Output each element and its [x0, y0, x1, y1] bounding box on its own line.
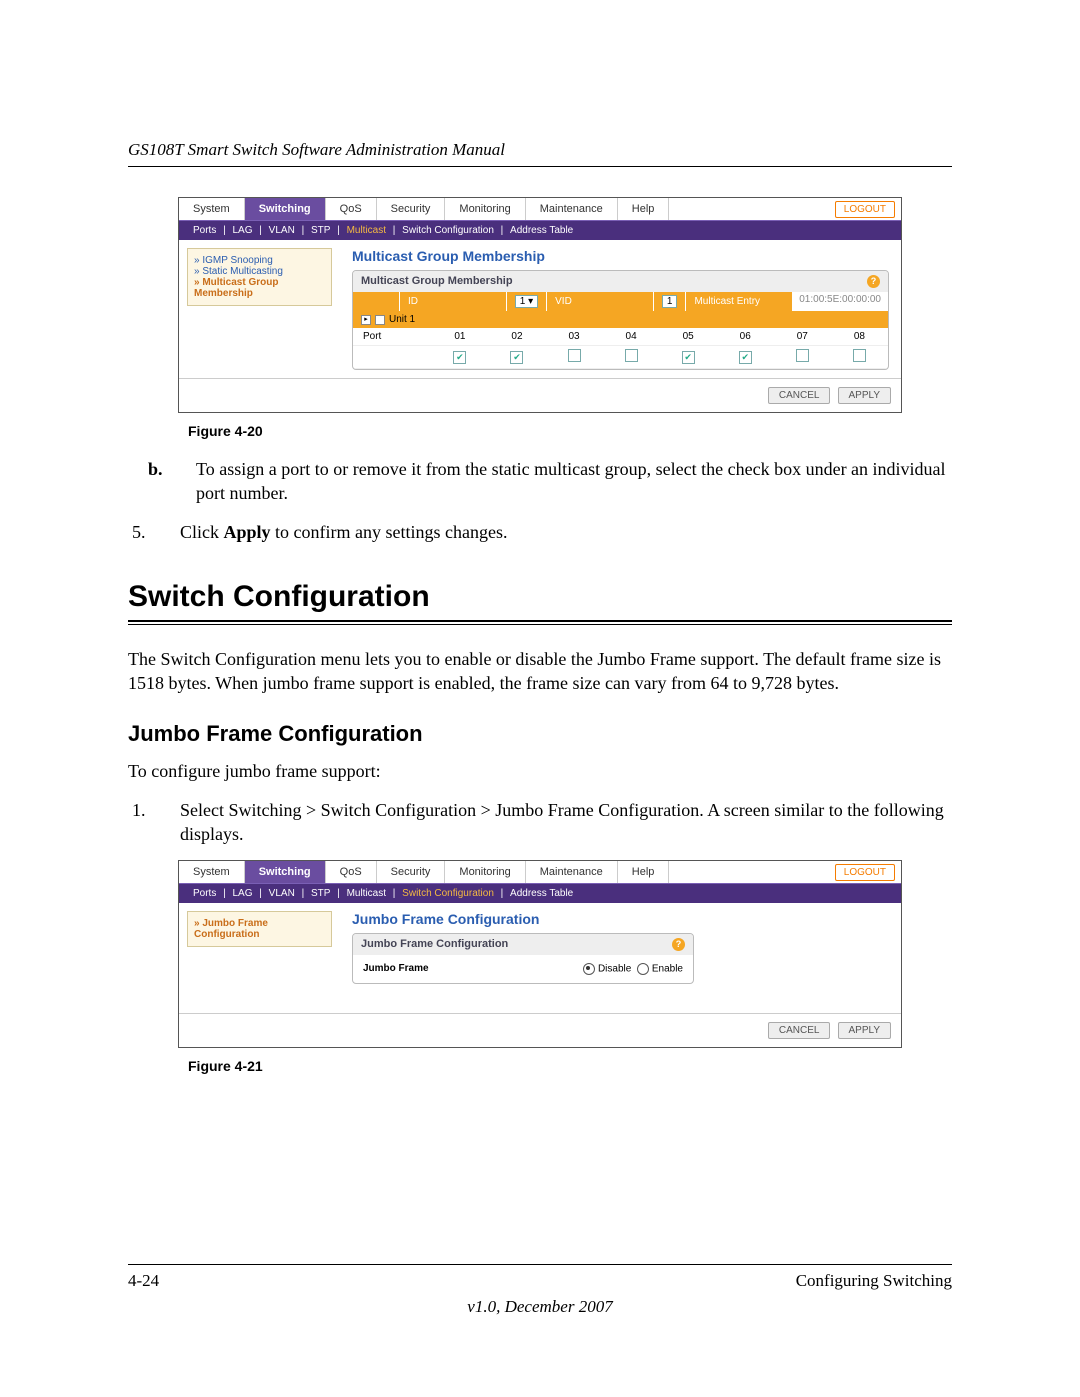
- page-footer: 4-24Configuring Switching v1.0, December…: [128, 1264, 952, 1317]
- tab-switching[interactable]: Switching: [245, 198, 326, 220]
- tab-system[interactable]: System: [179, 198, 245, 220]
- port-06-checkbox[interactable]: ✔: [739, 351, 752, 364]
- subnav2-ports[interactable]: Ports: [189, 888, 220, 899]
- figure-caption-1: Figure 4-20: [188, 423, 892, 439]
- running-header: GS108T Smart Switch Software Administrat…: [128, 140, 952, 167]
- apply-button[interactable]: APPLY: [838, 387, 892, 404]
- subnav-address-table[interactable]: Address Table: [506, 225, 577, 236]
- sidebar-igmp[interactable]: » IGMP Snooping: [194, 255, 325, 266]
- sidebar-static-mc[interactable]: » Static Multicasting: [194, 266, 325, 277]
- subsection-intro: To configure jumbo frame support:: [128, 759, 952, 783]
- port-07-checkbox[interactable]: [796, 349, 809, 362]
- subnav-stp[interactable]: STP: [307, 225, 334, 236]
- section-heading: Switch Configuration: [128, 580, 952, 614]
- tab-help[interactable]: Help: [618, 198, 670, 220]
- figure-4-20: System Switching QoS Security Monitoring…: [178, 197, 902, 413]
- unit-expander[interactable]: ▸Unit 1: [353, 311, 888, 328]
- logout-button[interactable]: LOGOUT: [835, 201, 895, 218]
- tab-monitoring-2[interactable]: Monitoring: [445, 861, 525, 883]
- subnav2-lag[interactable]: LAG: [229, 888, 257, 899]
- tab-qos-2[interactable]: QoS: [326, 861, 377, 883]
- logout-button-2[interactable]: LOGOUT: [835, 864, 895, 881]
- vid-input[interactable]: 1: [662, 295, 678, 308]
- step-5-marker: 5.: [128, 520, 180, 544]
- radio-enable[interactable]: [637, 963, 649, 975]
- id-label: ID: [400, 292, 507, 311]
- top-nav: System Switching QoS Security Monitoring…: [179, 198, 901, 221]
- mc-entry-value: 01:00:5E:00:00:00: [793, 292, 888, 311]
- port-03-checkbox[interactable]: [568, 349, 581, 362]
- figure-caption-2: Figure 4-21: [188, 1058, 892, 1074]
- step-5-text: Click Apply to confirm any settings chan…: [180, 520, 507, 544]
- figure-4-21: System Switching QoS Security Monitoring…: [178, 860, 902, 1048]
- port-row-label: Port: [353, 328, 431, 346]
- apply-button-2[interactable]: APPLY: [838, 1022, 892, 1039]
- vid-label: VID: [547, 292, 654, 311]
- help-icon[interactable]: ?: [867, 275, 880, 288]
- section-intro: The Switch Configuration menu lets you t…: [128, 647, 952, 696]
- tab-maintenance-2[interactable]: Maintenance: [526, 861, 618, 883]
- tab-security-2[interactable]: Security: [377, 861, 446, 883]
- tab-qos[interactable]: QoS: [326, 198, 377, 220]
- cancel-button-2[interactable]: CANCEL: [768, 1022, 831, 1039]
- sub-nav: Ports | LAG | VLAN | STP | Multicast | S…: [179, 221, 901, 240]
- jumbo-frame-label: Jumbo Frame: [363, 963, 583, 975]
- port-05-checkbox[interactable]: ✔: [682, 351, 695, 364]
- tab-help-2[interactable]: Help: [618, 861, 670, 883]
- sidebar-mc-group[interactable]: » Multicast Group Membership: [194, 277, 325, 299]
- sidebar: » IGMP Snooping » Static Multicasting » …: [179, 240, 340, 378]
- subnav-ports[interactable]: Ports: [189, 225, 220, 236]
- cancel-button[interactable]: CANCEL: [768, 387, 831, 404]
- port-02-checkbox[interactable]: ✔: [510, 351, 523, 364]
- id-select[interactable]: 1 ▾: [515, 295, 538, 308]
- panel-title-2: Jumbo Frame Configuration: [361, 938, 508, 951]
- port-08-checkbox[interactable]: [853, 349, 866, 362]
- panel-heading: Multicast Group Membership: [352, 248, 889, 264]
- tab-monitoring[interactable]: Monitoring: [445, 198, 525, 220]
- subnav2-vlan[interactable]: VLAN: [265, 888, 299, 899]
- radio-disable[interactable]: [583, 963, 595, 975]
- subnav-lag[interactable]: LAG: [229, 225, 257, 236]
- tab-system-2[interactable]: System: [179, 861, 245, 883]
- sidebar-jumbo-frame[interactable]: » Jumbo Frame Configuration: [194, 918, 325, 940]
- help-icon-2[interactable]: ?: [672, 938, 685, 951]
- subnav2-address-table[interactable]: Address Table: [506, 888, 577, 899]
- port-04-checkbox[interactable]: [625, 349, 638, 362]
- subnav2-stp[interactable]: STP: [307, 888, 334, 899]
- step-1-marker: 1.: [128, 798, 180, 847]
- subnav2-switch-config[interactable]: Switch Configuration: [398, 888, 498, 899]
- subnav-vlan[interactable]: VLAN: [265, 225, 299, 236]
- step-b-text: To assign a port to or remove it from th…: [196, 457, 952, 506]
- subnav-switch-config[interactable]: Switch Configuration: [398, 225, 498, 236]
- mc-entry-label: Multicast Entry: [686, 292, 793, 311]
- subnav2-multicast[interactable]: Multicast: [343, 888, 390, 899]
- panel-heading-2: Jumbo Frame Configuration: [352, 911, 889, 927]
- subnav-multicast[interactable]: Multicast: [343, 225, 390, 236]
- panel-title: Multicast Group Membership: [361, 275, 513, 288]
- subsection-heading: Jumbo Frame Configuration: [128, 721, 952, 747]
- port-01-checkbox[interactable]: ✔: [453, 351, 466, 364]
- step-b-marker: b.: [128, 457, 196, 506]
- tab-maintenance[interactable]: Maintenance: [526, 198, 618, 220]
- tab-switching-2[interactable]: Switching: [245, 861, 326, 883]
- tab-security[interactable]: Security: [377, 198, 446, 220]
- step-1-text: Select Switching > Switch Configuration …: [180, 798, 952, 847]
